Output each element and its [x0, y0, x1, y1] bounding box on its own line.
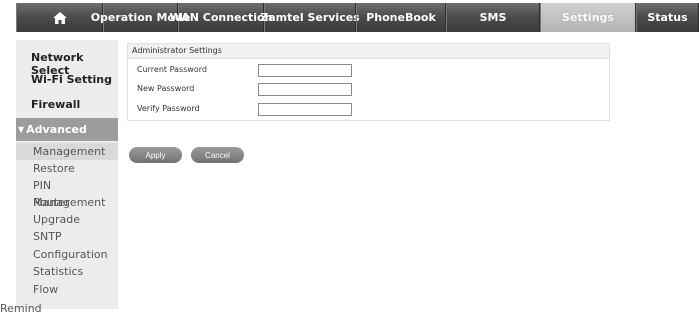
nav-sms[interactable]: SMS: [446, 3, 540, 32]
current-password-label: Current Password: [137, 65, 207, 74]
sidebar-sub-restore[interactable]: Restore: [16, 160, 118, 177]
cancel-button[interactable]: Cancel: [191, 147, 244, 163]
panel-title: Administrator Settings: [128, 44, 609, 59]
sidebar-item-advanced[interactable]: ▼ Advanced: [16, 118, 118, 141]
triangle-down-icon: ▼: [18, 125, 25, 134]
top-navigation-bar: Operation Mode WAN Connection Zamtel Ser…: [16, 3, 699, 32]
sidebar-item-wifi-setting[interactable]: Wi-Fi Setting: [16, 73, 118, 86]
nav-status[interactable]: Status: [636, 3, 699, 32]
nav-operation-mode[interactable]: Operation Mode: [91, 3, 190, 32]
sidebar-sub-flow[interactable]: Flow: [16, 281, 118, 298]
administrator-settings-panel: Administrator Settings Current Password …: [127, 43, 610, 121]
sidebar-sub-management[interactable]: Management: [16, 143, 118, 160]
new-password-label: New Password: [137, 84, 195, 93]
nav-settings[interactable]: Settings: [540, 3, 636, 32]
nav-wan-connection[interactable]: WAN Connection: [170, 3, 272, 32]
sidebar-advanced-label: Advanced: [26, 123, 87, 136]
apply-button[interactable]: Apply: [129, 147, 182, 163]
sidebar-item-firewall[interactable]: Firewall: [16, 98, 118, 111]
sidebar-sub-statistics[interactable]: Statistics: [16, 263, 118, 280]
current-password-input[interactable]: [258, 64, 352, 77]
verify-password-label: Verify Password: [137, 104, 200, 113]
new-password-input[interactable]: [258, 83, 352, 96]
sidebar-sub-upgrade[interactable]: Upgrade: [16, 211, 118, 228]
nav-phonebook[interactable]: PhoneBook: [356, 3, 446, 32]
sidebar: Network Select Wi-Fi Setting Firewall ▼ …: [0, 40, 118, 315]
sidebar-sub-sntp[interactable]: SNTP: [16, 228, 118, 245]
sidebar-sub-router[interactable]: Router: [16, 194, 118, 211]
sidebar-sub-pin-management[interactable]: PIN Management: [16, 177, 118, 209]
verify-password-input[interactable]: [258, 103, 352, 116]
sidebar-sub-configuration[interactable]: Configuration: [16, 246, 118, 263]
nav-zamtel-services[interactable]: Zamtel Services: [260, 3, 360, 32]
